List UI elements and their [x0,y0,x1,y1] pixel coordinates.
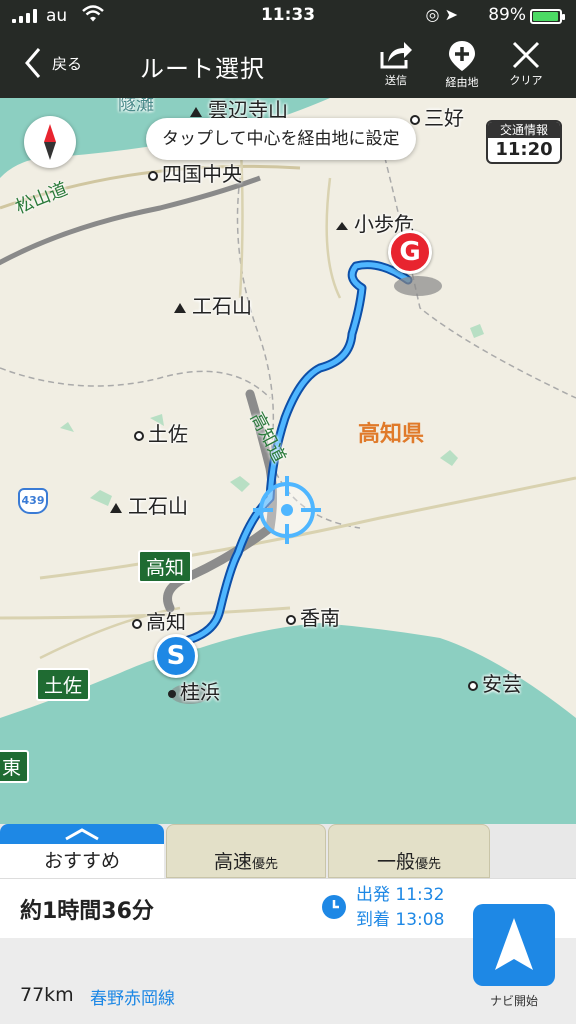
route-line [180,260,413,646]
highway-sign-kochi: 高知 [138,550,193,583]
sea-south [0,623,576,824]
place-label-tunnel: 隧灘 [118,98,154,115]
place-label-konan: 香南 [286,602,340,631]
back-label: 戻る [52,54,83,73]
traffic-info-button[interactable]: 交通情報 11:20 [486,120,562,164]
departure-time: 出発 11:32 [356,885,445,905]
share-button[interactable]: 送信 [364,36,428,94]
clock-icon [322,895,346,919]
add-waypoint-label: 経由地 [445,76,479,89]
highway-sign-tosa: 土佐 [36,668,91,701]
map-canvas [0,98,576,824]
tab-local-road-label: 一般優先 [376,851,442,873]
tab-expressway[interactable]: 高速優先 [166,824,326,878]
route-number-shield: 439 [18,488,48,514]
route-panel: おすすめ 高速優先 一般優先 約1時間36分 出発 11:32 到着 13:08… [0,824,576,1024]
route-duration: 約1時間36分 [20,899,154,924]
start-navigation-label: ナビ開始 [489,994,538,1008]
close-icon [512,41,540,69]
share-icon [380,42,412,69]
share-label: 送信 [385,74,407,87]
place-label-kochi: 高知 [132,606,186,635]
place-label-miyoshi: 三好 [410,102,464,131]
tab-expressway-label: 高速優先 [213,851,279,873]
app-header: au 11:33 ◎ ➤ 89% 戻る ルート選択 送信 経由地 クリア [0,0,576,98]
page-title: ルート選択 [140,55,265,83]
chevron-left-icon [25,48,41,78]
place-label-shikoku-chuo: 四国中央 [148,158,242,187]
place-label-aki: 安芸 [468,668,522,697]
place-label-katsurahama: 桂浜 [168,676,220,705]
add-waypoint-button[interactable]: 経由地 [430,36,494,94]
add-waypoint-icon [449,41,475,71]
nav-bar: 戻る ルート選択 送信 経由地 クリア [0,32,576,98]
compass-button[interactable] [24,116,76,168]
clear-label: クリア [509,74,543,87]
compass-icon [44,124,56,160]
traffic-label: 交通情報 [488,122,560,138]
route-times: 出発 11:32 到着 13:08 [356,883,444,933]
place-label-ishizuchi-2: 工石山 [110,490,188,519]
place-label-tosa: 土佐 [134,418,188,447]
arrival-time: 到着 13:08 [356,910,445,930]
highway-sign-east: 東 [0,750,30,783]
waypoint-tooltip: タップして中心を経由地に設定 [146,118,416,160]
tab-recommended-label: おすすめ [43,850,120,872]
tab-recommended[interactable]: おすすめ [0,824,164,878]
tab-local-road[interactable]: 一般優先 [328,824,490,878]
traffic-time: 11:20 [495,139,553,160]
route-tabs: おすすめ 高速優先 一般優先 [0,824,576,878]
battery-icon [530,9,565,24]
start-marker[interactable]: S [154,634,198,678]
route-via-road[interactable]: 春野赤岡線 [90,984,175,1009]
back-button[interactable]: 戻る [24,38,82,88]
route-distance: 77km [20,984,74,1006]
status-bar: au 11:33 ◎ ➤ 89% [0,0,576,32]
location-icon: ◎ ➤ [425,5,458,24]
chevron-up-icon [65,828,99,841]
navigation-arrow-icon [495,918,533,970]
prefecture-label: 高知県 [358,422,425,447]
place-label-ishizuchi-1: 工石山 [174,290,252,319]
clear-button[interactable]: クリア [494,36,558,94]
start-navigation-button[interactable] [473,904,555,986]
battery-percent: 89% [488,5,526,25]
map-view[interactable]: 隧灘 雲辺寺山 三好 四国中央 小歩危 工石山 土佐 高知県 工石山 高知 高知… [0,98,576,824]
goal-marker[interactable]: G [388,230,432,274]
